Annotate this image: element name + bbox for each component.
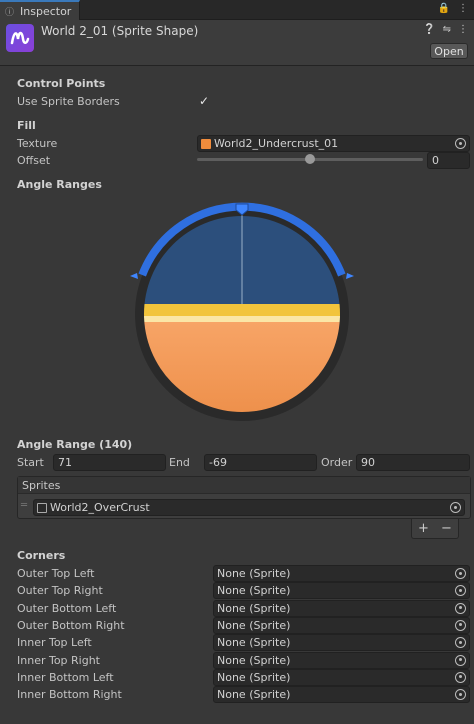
menu-dots-icon[interactable]: ⋮	[458, 3, 468, 14]
object-picker-icon[interactable]	[455, 568, 466, 579]
object-picker-icon[interactable]	[455, 138, 466, 149]
corner-sprite-value: None (Sprite)	[217, 653, 291, 667]
corner-sprite-field[interactable]: None (Sprite)	[213, 634, 470, 652]
object-picker-icon[interactable]	[455, 671, 466, 683]
add-sprite-button[interactable]: +	[418, 521, 429, 536]
object-picker-icon[interactable]	[455, 654, 466, 666]
corner-sprite-value: None (Sprite)	[217, 618, 291, 632]
corner-sprite-field[interactable]: None (Sprite)	[213, 651, 470, 669]
tab-label: Inspector	[20, 5, 72, 18]
help-icon[interactable]: ❔	[423, 24, 435, 35]
offset-input[interactable]: 0	[427, 152, 470, 169]
preview-overcrust	[144, 304, 340, 318]
sprites-header-label: Sprites	[22, 478, 61, 492]
corner-sprite-value: None (Sprite)	[217, 670, 291, 684]
object-picker-icon[interactable]	[455, 689, 466, 701]
angle-range-editor[interactable]	[126, 196, 358, 432]
section-corners: Corners	[17, 549, 66, 562]
offset-label: Offset	[17, 154, 51, 167]
corner-sprite-field[interactable]: None (Sprite)	[213, 668, 470, 686]
start-label: Start	[17, 456, 44, 469]
start-input[interactable]: 71	[53, 454, 166, 471]
corner-sprite-field[interactable]: None (Sprite)	[213, 686, 470, 704]
corner-sprite-field[interactable]: None (Sprite)	[213, 565, 470, 582]
info-icon: ⓘ	[5, 8, 15, 18]
object-picker-icon[interactable]	[455, 619, 466, 631]
drag-handle-icon[interactable]: ═	[21, 500, 31, 511]
sprite-value: World2_OverCrust	[50, 501, 150, 514]
corner-label: Inner Bottom Right	[17, 688, 122, 702]
open-button[interactable]: Open	[430, 43, 468, 59]
corner-label: Inner Top Left	[17, 636, 92, 650]
sprite-field[interactable]: World2_OverCrust	[33, 499, 465, 516]
object-title: World 2_01 (Sprite Shape)	[41, 24, 199, 38]
section-fill: Fill	[17, 119, 36, 132]
order-label: Order	[321, 456, 353, 469]
object-picker-icon[interactable]	[455, 637, 466, 649]
sprite-shape-icon	[6, 24, 34, 52]
corner-sprite-value: None (Sprite)	[217, 688, 291, 702]
texture-field[interactable]: World2_Undercrust_01	[197, 135, 470, 152]
sprites-list-header: Sprites	[18, 477, 470, 494]
list-add-remove: + −	[411, 519, 459, 539]
corner-sprite-value: None (Sprite)	[217, 601, 291, 615]
start-handle[interactable]	[130, 273, 138, 279]
end-input[interactable]: -69	[204, 454, 317, 471]
sprite-icon	[37, 502, 47, 513]
corner-sprite-field[interactable]: None (Sprite)	[213, 616, 470, 634]
end-handle[interactable]	[346, 273, 354, 279]
use-sprite-borders-label: Use Sprite Borders	[17, 95, 120, 108]
corner-label: Outer Bottom Left	[17, 601, 117, 615]
corner-sprite-value: None (Sprite)	[217, 636, 291, 650]
corner-sprite-field[interactable]: None (Sprite)	[213, 582, 470, 600]
corner-sprite-field[interactable]: None (Sprite)	[213, 599, 470, 617]
section-angle-ranges: Angle Ranges	[17, 178, 102, 191]
remove-sprite-button[interactable]: −	[441, 521, 452, 536]
corner-sprite-value: None (Sprite)	[217, 567, 291, 580]
menu-dots-icon[interactable]: ⋮	[458, 24, 468, 35]
order-input[interactable]: 90	[356, 454, 470, 471]
corner-label: Outer Top Right	[17, 584, 103, 598]
corner-label: Outer Top Left	[17, 567, 95, 580]
corner-label: Inner Bottom Left	[17, 670, 114, 684]
settings-sliders-icon[interactable]: ⇋	[443, 24, 451, 35]
corner-label: Outer Bottom Right	[17, 618, 125, 632]
object-picker-icon[interactable]	[455, 602, 466, 614]
corner-sprite-value: None (Sprite)	[217, 584, 291, 598]
offset-slider-handle[interactable]	[305, 154, 315, 164]
corner-label: Inner Top Right	[17, 653, 100, 667]
tab-inspector[interactable]: ⓘ Inspector	[0, 0, 80, 21]
lock-icon[interactable]: 🔒	[438, 3, 450, 14]
texture-swatch-icon	[201, 138, 211, 149]
section-control-points: Control Points	[17, 77, 106, 90]
texture-value: World2_Undercrust_01	[214, 137, 339, 150]
header-icons: ❔ ⇋ ⋮	[423, 24, 468, 35]
end-label: End	[169, 456, 190, 469]
section-angle-range: Angle Range (140)	[17, 438, 133, 451]
tab-icons: 🔒 ⋮	[438, 3, 468, 14]
use-sprite-borders-checkbox[interactable]: ✓	[197, 94, 211, 108]
object-picker-icon[interactable]	[450, 502, 461, 513]
texture-label: Texture	[17, 137, 58, 150]
object-picker-icon[interactable]	[455, 585, 466, 597]
